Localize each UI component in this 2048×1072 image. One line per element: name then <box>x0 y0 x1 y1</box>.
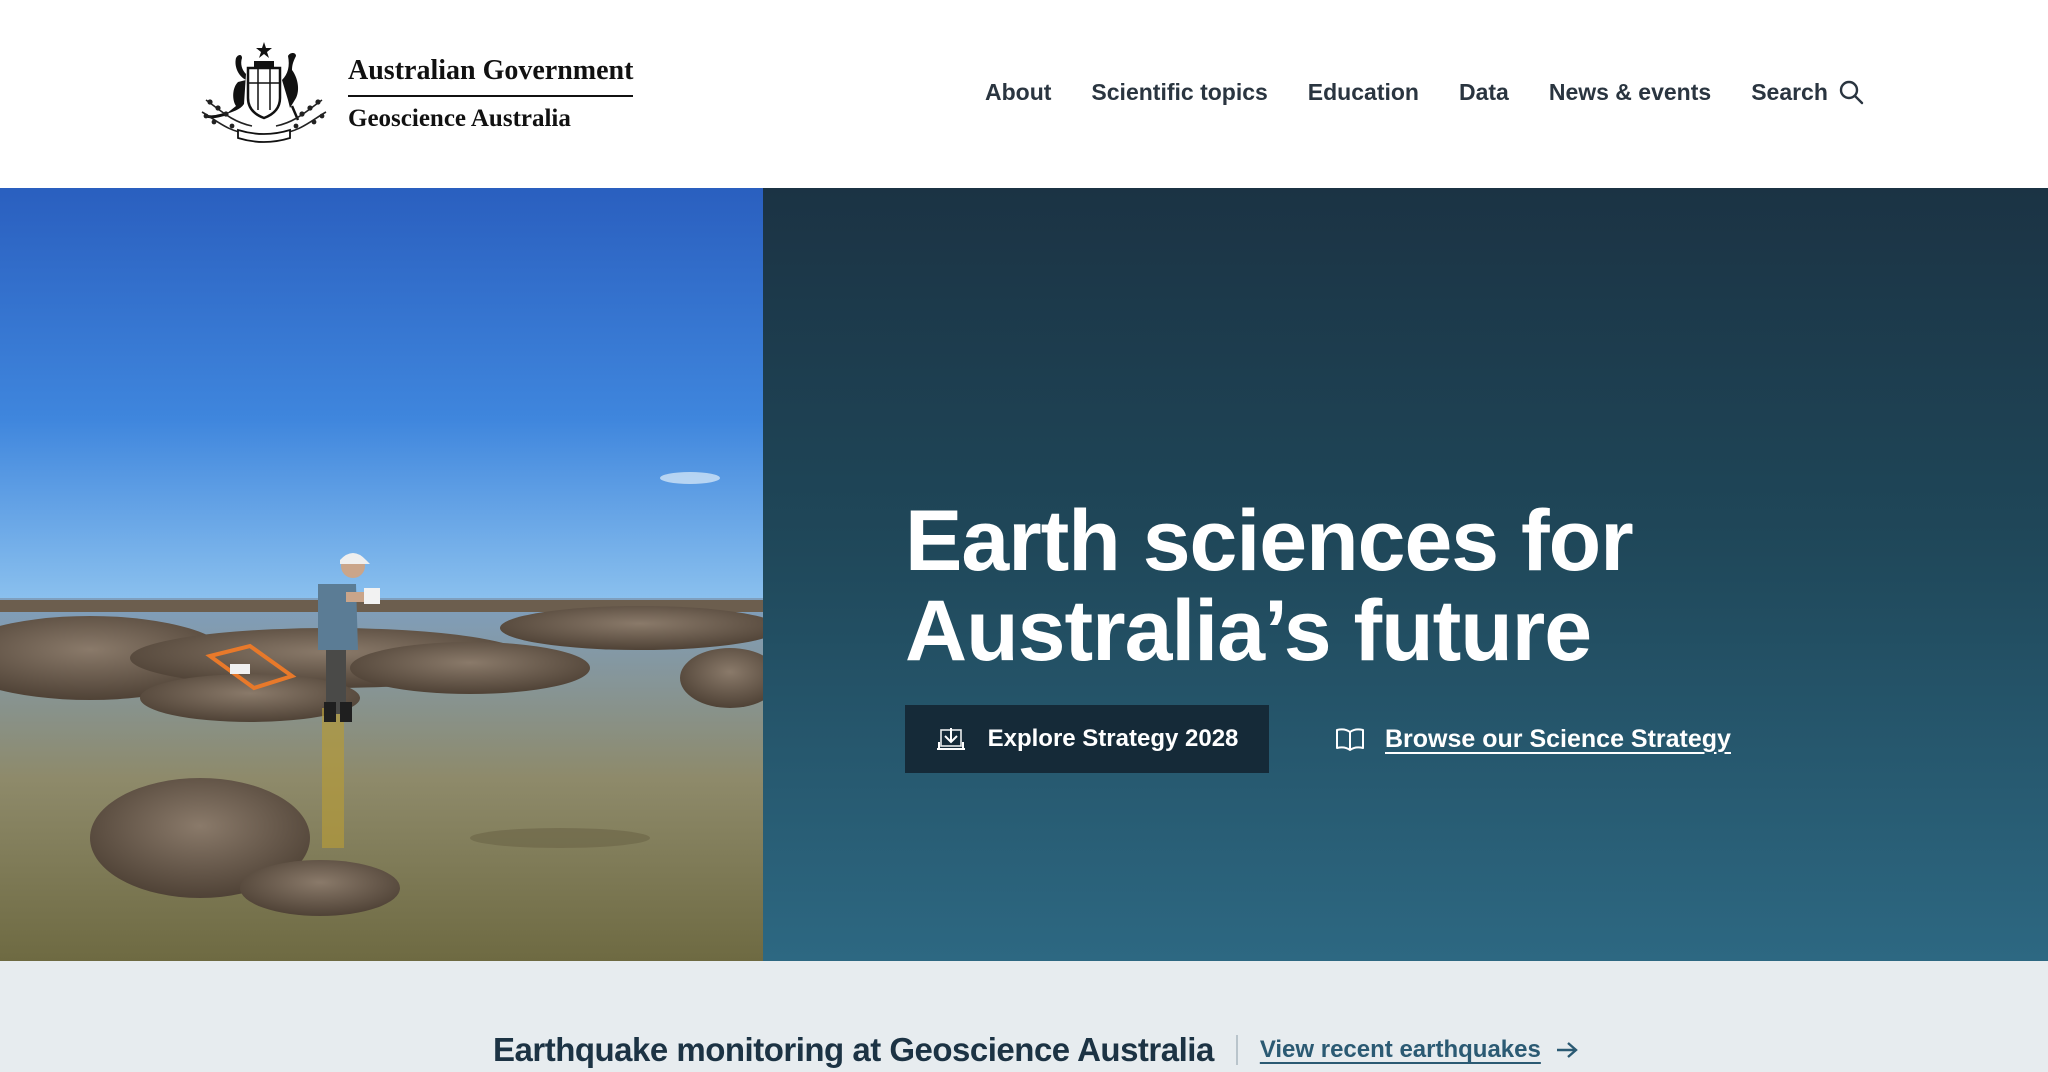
hero-photo-image <box>0 188 763 961</box>
main-nav: About Scientific topics Education Data N… <box>985 74 1864 110</box>
earthquake-band-title: Earthquake monitoring at Geoscience Aust… <box>493 1031 1214 1068</box>
hero-panel: Earth sciences for Australia’s future Ex… <box>763 188 2048 961</box>
logo-agency-name: Geoscience Australia <box>348 105 571 132</box>
nav-item-about[interactable]: About <box>985 79 1051 106</box>
download-icon <box>936 728 965 750</box>
logo-text: Australian Government Geoscience Austral… <box>348 55 634 133</box>
hero-title-line-2: Australia’s future <box>905 583 1592 679</box>
earthquake-band: Earthquake monitoring at Geoscience Aust… <box>0 961 2048 1072</box>
search-button[interactable]: Search <box>1751 79 1864 106</box>
browse-science-strategy-label: Browse our Science Strategy <box>1385 724 1731 753</box>
site-header: Australian Government Geoscience Austral… <box>0 0 2048 188</box>
browse-science-strategy-link[interactable]: Browse our Science Strategy <box>1335 718 1731 760</box>
arrow-right-icon <box>1556 1042 1578 1058</box>
hero-banner: Earth sciences for Australia’s future Ex… <box>0 188 2048 961</box>
view-recent-earthquakes-label: View recent earthquakes <box>1259 1036 1541 1063</box>
nav-item-education[interactable]: Education <box>1308 79 1419 106</box>
nav-item-news-events[interactable]: News & events <box>1549 79 1711 106</box>
earthquake-band-content: Earthquake monitoring at Geoscience Aust… <box>493 1031 1579 1069</box>
view-recent-earthquakes-link[interactable]: View recent earthquakes <box>1260 1036 1579 1064</box>
open-book-icon <box>1336 728 1364 751</box>
site-logo[interactable]: Australian Government Geoscience Austral… <box>192 40 634 148</box>
explore-strategy-label: Explore Strategy 2028 <box>987 725 1239 752</box>
hero-title: Earth sciences for Australia’s future <box>905 496 1805 676</box>
hero-photo <box>0 188 763 961</box>
nav-item-scientific-topics[interactable]: Scientific topics <box>1091 79 1267 106</box>
logo-government-name: Australian Government <box>348 55 634 97</box>
nav-item-data[interactable]: Data <box>1459 79 1509 106</box>
search-icon <box>1839 80 1864 105</box>
explore-strategy-button[interactable]: Explore Strategy 2028 <box>905 705 1269 773</box>
search-label: Search <box>1751 78 1828 105</box>
hero-title-line-1: Earth sciences for <box>905 493 1634 589</box>
band-divider <box>1235 1035 1238 1065</box>
coat-of-arms-icon <box>201 42 327 143</box>
